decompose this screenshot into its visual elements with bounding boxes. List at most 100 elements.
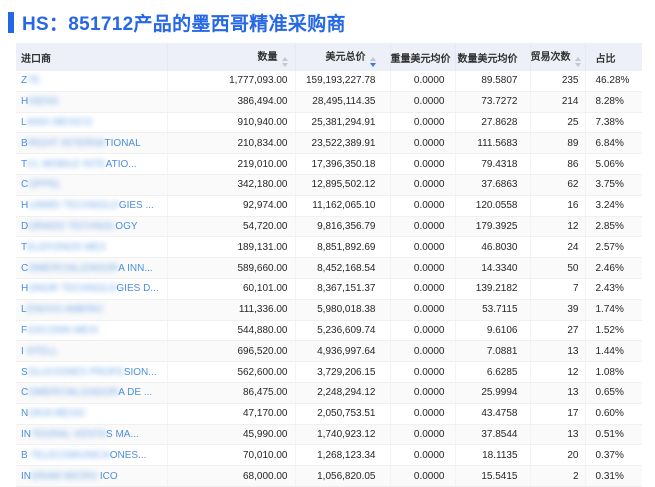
cell-weight_avg: 0.0000	[390, 153, 456, 175]
importer-link[interactable]: FOXCONN MEXI	[21, 325, 98, 336]
cell-weight_avg: 0.0000	[390, 174, 456, 196]
col-header-share: 占比	[585, 43, 642, 71]
cell-weight_avg: 0.0000	[390, 216, 456, 238]
col-header-label: 贸易次数	[530, 51, 571, 63]
table-row: COMERCIALIZADORA DE ... 86,475.00 2,248,29…	[16, 382, 642, 404]
cell-usd: 8,367,151.37	[295, 278, 391, 300]
importer-link[interactable]: NOKIA MEXIC	[21, 408, 86, 419]
sort-caret-icon[interactable]	[281, 56, 288, 67]
importer-link[interactable]: TELEFONOS MEX	[21, 242, 106, 253]
cell-weight_avg: 0.0000	[390, 71, 456, 92]
col-header-label: 数量	[257, 51, 278, 63]
cell-qty_avg: 27.8628	[455, 112, 531, 134]
cell-qty_avg: 9.6106	[455, 320, 531, 342]
col-header-usd[interactable]: 美元总价	[295, 43, 391, 71]
importer-link[interactable]: I NTELL	[21, 346, 58, 357]
cell-trades: 13	[530, 424, 586, 446]
importer-name-masked: ELEFONOS MEX	[27, 241, 107, 253]
cell-weight_avg: 0.0000	[390, 91, 456, 113]
importer-link[interactable]: LENOVO AMERIC	[21, 304, 104, 315]
cell-share: 0.31%	[585, 465, 642, 487]
cell-importer: INTEGRAL VENTAS MA...	[16, 424, 168, 446]
cell-usd: 5,236,609.74	[295, 320, 391, 342]
sort-caret-icon[interactable]	[574, 56, 581, 67]
col-header-trades[interactable]: 贸易次数	[530, 43, 586, 71]
cell-qty_avg: 7.0881	[455, 340, 531, 363]
importer-name-suffix: GIES ...	[118, 200, 154, 212]
cell-qty: 386,494.00	[167, 91, 296, 113]
importer-link[interactable]: BRIGHT INTERNATIONAL	[21, 138, 141, 149]
table-row: B TELECOMUNICAONES... 70,010.00 1,268,123.…	[16, 444, 642, 467]
cell-weight_avg: 0.0000	[390, 382, 456, 404]
table-row: HONOR TECHNOLOGIES D... 60,101.00 8,367,15…	[16, 278, 642, 300]
importer-name-prefix: L	[21, 116, 27, 128]
importer-link[interactable]: B TELECOMUNICAONES...	[21, 450, 146, 461]
cell-qty: 219,010.00	[167, 153, 296, 175]
cell-importer: HISENS	[16, 91, 168, 113]
col-header-label: 占比	[595, 53, 616, 65]
cell-qty: 70,010.00	[167, 444, 296, 467]
cell-trades: 7	[530, 278, 586, 300]
col-header-qty[interactable]: 数量	[167, 43, 296, 71]
importer-link[interactable]: LANIX MEXICO	[21, 117, 92, 128]
table-row: HISENS 386,494.00 28,495,114.35 0.0000 73.72…	[16, 91, 642, 113]
cell-usd: 3,729,206.15	[295, 361, 391, 383]
importer-name-masked: NTELL	[26, 345, 58, 357]
cell-weight_avg: 0.0000	[390, 112, 456, 134]
cell-share: 1.52%	[585, 320, 642, 342]
cell-trades: 50	[530, 257, 586, 279]
cell-share: 1.74%	[585, 299, 642, 321]
importer-name-prefix: IN	[21, 470, 31, 482]
sort-caret-icon[interactable]	[369, 56, 376, 67]
cell-share: 46.28%	[585, 71, 642, 92]
cell-qty_avg: 73.7272	[455, 91, 531, 113]
cell-qty_avg: 139.2182	[455, 278, 531, 300]
sort-caret-down-icon	[574, 62, 581, 67]
sort-caret-up-icon	[369, 56, 376, 61]
cell-qty_avg: 15.5415	[455, 465, 531, 487]
importer-link[interactable]: SOLUCIONES PROFESION...	[21, 367, 157, 378]
importer-link[interactable]: TCL MOBILE INTEATIO...	[21, 159, 137, 170]
importer-link[interactable]: COMERCIALIZADORA INN...	[21, 263, 153, 274]
table-row: TCL MOBILE INTEATIO... 219,010.00 17,396,3…	[16, 153, 642, 175]
sort-caret-down-icon	[369, 62, 376, 67]
table-row: INGRAM MICRO ICO 68,000.00 1,056,820.05 0.0…	[16, 465, 642, 487]
cell-share: 2.46%	[585, 257, 642, 279]
importer-name-prefix: IN	[21, 428, 31, 440]
cell-importer: TELEFONOS MEX	[16, 236, 168, 259]
importer-name-masked: ISENS	[28, 96, 59, 108]
cell-trades: 12	[530, 361, 586, 383]
importer-link[interactable]: COMERCIALIZADORA DE ...	[21, 387, 152, 398]
cell-trades: 12	[530, 216, 586, 238]
table-row: LANIX MEXICO 910,940.00 25,381,294.91 0.000…	[16, 112, 642, 134]
importer-link[interactable]: HUAWEI TECHNOLOGIES ...	[21, 200, 154, 211]
importer-link[interactable]: HONOR TECHNOLOGIES D...	[21, 283, 159, 294]
cell-trades: 235	[530, 71, 586, 92]
importer-name-suffix: ATIO...	[105, 158, 137, 170]
importer-name-suffix: ONES...	[109, 449, 147, 461]
cell-trades: 25	[530, 112, 586, 134]
importer-name-masked: OLUCIONES PROFE	[27, 366, 124, 378]
cell-trades: 13	[530, 382, 586, 404]
page-title-text: HS：851712产品的墨西哥精准采购商	[22, 14, 346, 35]
table-row: DORADO TECHNOLOGY 54,720.00 9,816,356.79 0.…	[16, 216, 642, 238]
cell-usd: 17,396,350.18	[295, 153, 391, 175]
cell-usd: 1,056,820.05	[295, 465, 391, 487]
importer-link[interactable]: HISENS	[21, 96, 58, 107]
importer-name-masked: TEGRAL VENTA	[31, 428, 107, 440]
importer-link[interactable]: INGRAM MICRO ICO	[21, 471, 118, 482]
importer-name-masked: GRAM MICRO	[31, 470, 100, 482]
col-header-qty_avg: 数量美元均价	[455, 43, 531, 71]
importer-name-masked: OPPEL	[28, 179, 62, 191]
cell-qty: 189,131.00	[167, 236, 296, 259]
importer-link[interactable]: COPPEL	[21, 179, 62, 190]
cell-weight_avg: 0.0000	[390, 403, 456, 425]
buyers-table-container: 进口商 数量 美元总价 重量美元均价 数量美元均价 贸易次数 占比 ZTE 1,777,093…	[16, 43, 642, 487]
table-row: BRIGHT INTERNATIONAL 210,834.00 23,522,389…	[16, 132, 642, 155]
importer-link[interactable]: ZTE	[21, 75, 40, 86]
importer-name-suffix: GIES D...	[116, 283, 159, 295]
cell-qty: 45,990.00	[167, 424, 296, 446]
table-row: TELEFONOS MEX 189,131.00 8,851,892.69 0.000…	[16, 236, 642, 259]
importer-link[interactable]: DORADO TECHNOLOGY	[21, 221, 138, 232]
importer-link[interactable]: INTEGRAL VENTAS MA...	[21, 429, 139, 440]
